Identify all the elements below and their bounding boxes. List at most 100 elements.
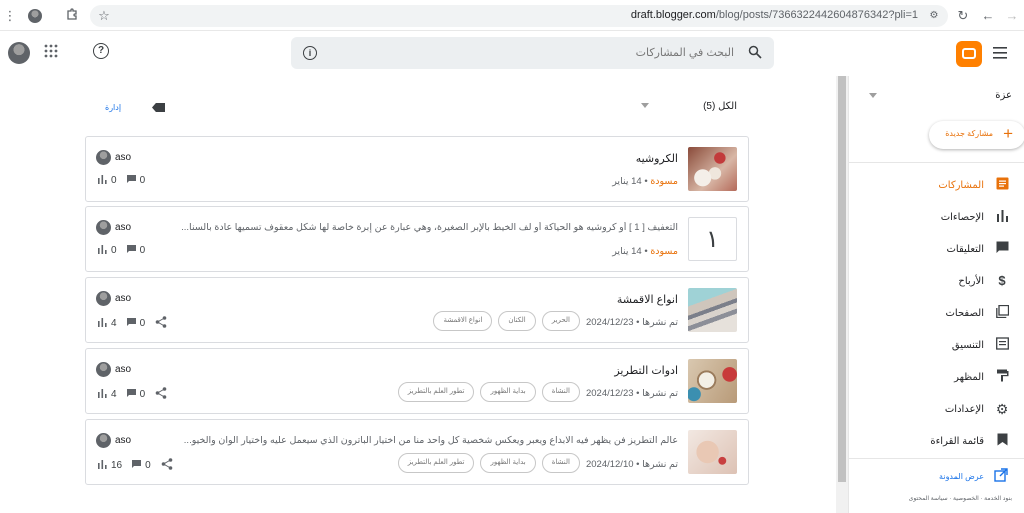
post-status: مسودة: [650, 246, 678, 257]
label-chip[interactable]: بداية الظهور: [480, 453, 536, 473]
gear-icon: ⚙: [995, 401, 1009, 417]
theme-icon: [994, 369, 1010, 385]
filter-dropdown-arrow-icon[interactable]: [641, 103, 649, 108]
label-chip[interactable]: الحرير: [541, 311, 580, 331]
sidebar-item-label: الإعدادات: [944, 403, 984, 415]
views-icon: [98, 389, 107, 400]
post-title[interactable]: ادوات التطريز: [614, 364, 678, 377]
post-thumbnail[interactable]: [688, 430, 737, 474]
manage-label[interactable]: إدارة: [105, 103, 121, 112]
sidebar-item-stats[interactable]: الإحصاءات: [848, 206, 1010, 228]
hamburger-menu-icon[interactable]: [993, 46, 1007, 64]
post-snippet[interactable]: عالم التطريز فن يظهر فيه الابداع ويعبر و…: [158, 435, 678, 446]
blog-dropdown-arrow-icon[interactable]: [869, 93, 877, 98]
author-name: aso: [115, 293, 132, 304]
share-icon[interactable]: [155, 387, 167, 402]
post-stats: 40: [98, 316, 167, 331]
extensions-icon[interactable]: [64, 8, 80, 24]
forward-icon[interactable]: →: [1004, 8, 1020, 24]
search-icon[interactable]: [748, 45, 762, 64]
post-stats: 40: [98, 387, 167, 402]
address-bar[interactable]: ☆ draft.blogger.com/blog/posts/736632244…: [90, 5, 948, 27]
browser-toolbar: ⋮ ☆ draft.blogger.com/blog/posts/7366322…: [0, 0, 1024, 31]
post-thumbnail[interactable]: ١: [688, 217, 737, 261]
comments-count: 0: [139, 389, 146, 400]
label-chip[interactable]: تطور العلم بالتطريز: [397, 453, 475, 473]
comments-count: 0: [139, 245, 146, 256]
sidebar-item-layout[interactable]: التنسيق: [848, 334, 1010, 356]
sidebar-item-dollar[interactable]: $ الأرباح: [848, 270, 1010, 292]
post-date: 2024/12/23: [585, 317, 634, 328]
sidebar-item-bookmark[interactable]: قائمة القراءة: [848, 430, 1010, 452]
author-avatar: [96, 220, 111, 235]
post-filter-select[interactable]: الكل (5): [703, 101, 737, 112]
search-input[interactable]: البحث في المشاركات: [636, 46, 734, 59]
label-chip[interactable]: النشاة: [541, 453, 580, 473]
views-count: 0: [111, 245, 117, 256]
post-stats: 16 0: [98, 458, 173, 473]
view-blog-link[interactable]: عرض المدونة: [848, 467, 1010, 485]
reload-icon[interactable]: ↻: [955, 8, 971, 24]
label-chip[interactable]: تطور العلم بالتطريز: [397, 382, 475, 402]
layout-icon: [994, 337, 1010, 353]
search-bar[interactable]: i البحث في المشاركات: [291, 37, 774, 69]
views-count: 0: [111, 175, 117, 186]
post-title[interactable]: الكروشيه: [636, 152, 678, 165]
label-tag-icon[interactable]: [152, 103, 165, 112]
new-post-label: مشاركة جديدة: [945, 129, 993, 138]
label-chip[interactable]: بداية الظهور: [480, 382, 536, 402]
view-blog-label: عرض المدونة: [939, 471, 984, 481]
views-count: 4: [111, 318, 117, 329]
scrollbar-thumb[interactable]: [838, 76, 846, 482]
post-card[interactable]: ١ التعفيف [ 1 ] أو كروشيه هو الحياكة أو ل…: [85, 206, 749, 272]
sidebar-item-label: الإحصاءات: [940, 211, 984, 223]
main-scrollbar[interactable]: [836, 76, 848, 513]
post-card[interactable]: الكروشيه مسودة • 14 يناير aso 0 0: [85, 136, 749, 202]
label-chip[interactable]: الكتان: [498, 311, 536, 331]
author-name: aso: [115, 152, 132, 163]
account-avatar[interactable]: [8, 42, 30, 64]
apps-grid-icon[interactable]: [44, 44, 62, 62]
site-settings-icon[interactable]: ⚙: [926, 8, 942, 24]
post-thumbnail[interactable]: [688, 359, 737, 403]
post-card[interactable]: انواع الاقمشة تم نشرها • 2024/12/23 الحرير…: [85, 277, 749, 343]
post-labels: النشاة بداية الظهور تطور العلم بالتطريز: [397, 453, 580, 473]
info-icon[interactable]: i: [303, 46, 317, 60]
author-name: aso: [115, 364, 132, 375]
sidebar-item-comments[interactable]: التعليقات: [848, 238, 1010, 260]
blog-selector[interactable]: عزة: [995, 90, 1012, 101]
post-thumbnail[interactable]: [688, 288, 737, 332]
post-title[interactable]: انواع الاقمشة: [617, 293, 678, 306]
post-thumbnail[interactable]: [688, 147, 737, 191]
share-icon[interactable]: [155, 316, 167, 331]
share-icon[interactable]: [161, 458, 173, 473]
post-stats: 00: [98, 175, 145, 186]
label-chip[interactable]: انواع الاقمشة: [433, 311, 493, 331]
post-snippet[interactable]: التعفيف [ 1 ] أو كروشيه هو الحياكة أو لف…: [158, 222, 678, 233]
post-date: 14 يناير: [612, 176, 642, 187]
comments-count: 0: [139, 318, 146, 329]
back-icon[interactable]: ←: [980, 8, 996, 24]
post-card[interactable]: عالم التطريز فن يظهر فيه الابداع ويعبر و…: [85, 419, 749, 485]
post-author: aso: [96, 291, 131, 306]
post-card[interactable]: ادوات التطريز تم نشرها • 2024/12/23 النشاة…: [85, 348, 749, 414]
posts-icon: [994, 177, 1010, 193]
help-icon[interactable]: ?: [93, 43, 109, 59]
sidebar-item-posts[interactable]: المشاركات: [848, 174, 1010, 196]
bookmark-star-icon[interactable]: ☆: [96, 8, 112, 24]
browser-menu-icon[interactable]: ⋮: [2, 8, 18, 24]
author-avatar: [96, 291, 111, 306]
post-meta: مسودة • 14 يناير: [612, 176, 678, 187]
post-status: مسودة: [650, 176, 678, 187]
sidebar-item-theme[interactable]: المظهر: [848, 366, 1010, 388]
label-chip[interactable]: النشاة: [541, 382, 580, 402]
browser-profile-avatar[interactable]: [28, 9, 42, 23]
footer-links[interactable]: بنود الخدمة · الخصوصية · سياسة المحتوى: [909, 495, 1012, 502]
sidebar-item-gear[interactable]: ⚙ الإعدادات: [848, 398, 1010, 420]
post-author: aso: [96, 433, 131, 448]
blogger-logo[interactable]: [956, 41, 982, 67]
new-post-button[interactable]: + مشاركة جديدة: [929, 121, 1024, 149]
post-status: تم نشرها: [642, 388, 678, 399]
sidebar-item-pages[interactable]: الصفحات: [848, 302, 1010, 324]
views-count: 16: [111, 460, 123, 471]
